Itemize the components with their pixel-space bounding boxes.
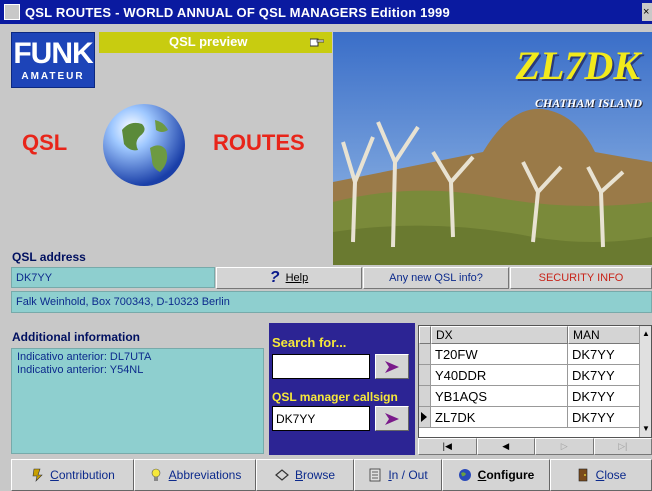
- manager-go-button[interactable]: [375, 406, 409, 431]
- logo-line2: AMATEUR: [21, 70, 85, 82]
- nav-prev-button[interactable]: ◀: [476, 438, 535, 455]
- contribution-button[interactable]: Contribution: [11, 459, 134, 491]
- window-title: QSL ROUTES - WORLD ANNUAL OF QSL MANAGER…: [25, 4, 450, 20]
- dx-manager-table: DX MAN T20FW DK7YY Y40DDR DK7YY YB1AQS D…: [418, 325, 652, 438]
- next-record-icon: ▷: [560, 441, 568, 451]
- table-row[interactable]: Y40DDR DK7YY: [419, 365, 641, 386]
- manager-callsign-input[interactable]: [272, 406, 370, 431]
- window-close-button[interactable]: ×: [642, 3, 652, 21]
- arrow-right-icon: [385, 360, 399, 373]
- contribution-icon: [32, 468, 43, 482]
- dx-cell: T20FW: [435, 347, 478, 362]
- brand-qsl-text: QSL: [22, 130, 68, 155]
- in-out-label: In / Out: [388, 468, 428, 482]
- qsl-card-photo: ZL7DK CHATHAM ISLAND: [333, 32, 652, 265]
- help-icon: ?: [269, 269, 280, 286]
- row-indicator: [419, 386, 431, 406]
- abbreviations-label: Abbreviations: [168, 468, 242, 482]
- lightbulb-icon: [151, 468, 160, 481]
- funk-amateur-logo: FUNK AMATEUR: [11, 32, 95, 88]
- brand-routes-text: ROUTES: [213, 130, 305, 155]
- qsl-address-field: Falk Weinhold, Box 700343, D-10323 Berli…: [11, 291, 652, 313]
- column-header-dx[interactable]: DX: [431, 326, 568, 344]
- help-button[interactable]: ? Help: [216, 267, 362, 289]
- scroll-up-icon[interactable]: ▲: [641, 328, 651, 340]
- additional-info-line: Indicativo anterior: DL7UTA: [17, 351, 152, 363]
- prev-record-icon: ◀: [502, 441, 510, 451]
- table-corner: [419, 326, 431, 344]
- search-go-button[interactable]: [375, 354, 409, 379]
- search-input[interactable]: [272, 354, 370, 379]
- nav-last-button[interactable]: ▷|: [593, 438, 652, 455]
- logo-line1: FUNK: [13, 36, 93, 70]
- column-header-man[interactable]: MAN: [568, 326, 641, 344]
- man-cell: DK7YY: [572, 347, 615, 362]
- row-indicator: [419, 407, 431, 427]
- photo-location: CHATHAM ISLAND: [534, 96, 642, 110]
- door-icon: [578, 468, 587, 482]
- browse-label: Browse: [294, 468, 336, 482]
- close-label: Close: [595, 468, 627, 482]
- man-cell: DK7YY: [572, 389, 615, 404]
- close-button[interactable]: Close: [550, 459, 652, 491]
- qsl-address-label: QSL address: [12, 250, 86, 264]
- qsl-preview-bar[interactable]: QSL preview: [99, 32, 332, 53]
- configure-label: Configure: [477, 468, 535, 482]
- app-icon: [4, 4, 20, 20]
- first-record-icon: |◀: [442, 441, 452, 451]
- table-scrollbar[interactable]: ▲ ▼: [639, 326, 651, 437]
- window-title-bar: QSL ROUTES - WORLD ANNUAL OF QSL MANAGER…: [0, 0, 652, 24]
- last-record-icon: ▷|: [618, 441, 628, 451]
- arrow-right-icon: [385, 412, 399, 425]
- browse-icon: [275, 469, 289, 481]
- browse-button[interactable]: Browse: [256, 459, 354, 491]
- table-row-selected[interactable]: ZL7DK DK7YY: [419, 407, 641, 428]
- row-indicator: [419, 344, 431, 364]
- table-row[interactable]: T20FW DK7YY: [419, 344, 641, 365]
- in-out-icon: [369, 468, 381, 482]
- scroll-down-icon[interactable]: ▼: [641, 423, 651, 435]
- help-label: Help: [285, 272, 309, 284]
- abbreviations-button[interactable]: Abbreviations: [134, 459, 256, 491]
- photo-callsign: ZL7DK: [515, 43, 640, 88]
- row-indicator: [419, 365, 431, 385]
- current-row-arrow-icon: [421, 412, 427, 422]
- in-out-button[interactable]: In / Out: [354, 459, 442, 491]
- nav-first-button[interactable]: |◀: [418, 438, 477, 455]
- globe-small-icon: [458, 469, 471, 481]
- nav-next-button[interactable]: ▷: [535, 438, 594, 455]
- dx-cell: YB1AQS: [435, 389, 488, 404]
- globe-icon: [103, 104, 185, 186]
- contribution-label: Contribution: [50, 468, 115, 482]
- qsl-preview-label: QSL preview: [169, 34, 248, 49]
- man-cell: DK7YY: [572, 368, 615, 383]
- dx-cell: ZL7DK: [435, 410, 476, 425]
- man-cell: DK7YY: [572, 410, 615, 425]
- search-panel: Search for... QSL manager callsign: [269, 323, 415, 455]
- manager-callsign-label: QSL manager callsign: [272, 390, 398, 404]
- new-qsl-info-button[interactable]: Any new QSL info?: [363, 267, 509, 289]
- additional-info-box: Indicativo anterior: DL7UTA Indicativo a…: [11, 348, 264, 454]
- table-row[interactable]: YB1AQS DK7YY: [419, 386, 641, 407]
- qsl-address-callsign-field: DK7YY: [11, 267, 215, 288]
- configure-button[interactable]: Configure: [442, 459, 550, 491]
- search-label: Search for...: [272, 335, 347, 350]
- pointing-hand-icon: [310, 38, 324, 47]
- record-navigator: |◀ ◀ ▷ ▷|: [418, 438, 652, 455]
- dx-cell: Y40DDR: [435, 368, 487, 383]
- additional-info-line: Indicativo anterior: Y54NL: [17, 364, 144, 376]
- bottom-toolbar: Contribution Abbreviations Browse In / O…: [11, 459, 652, 491]
- additional-info-label: Additional information: [12, 330, 140, 344]
- security-info-button[interactable]: SECURITY INFO: [510, 267, 652, 289]
